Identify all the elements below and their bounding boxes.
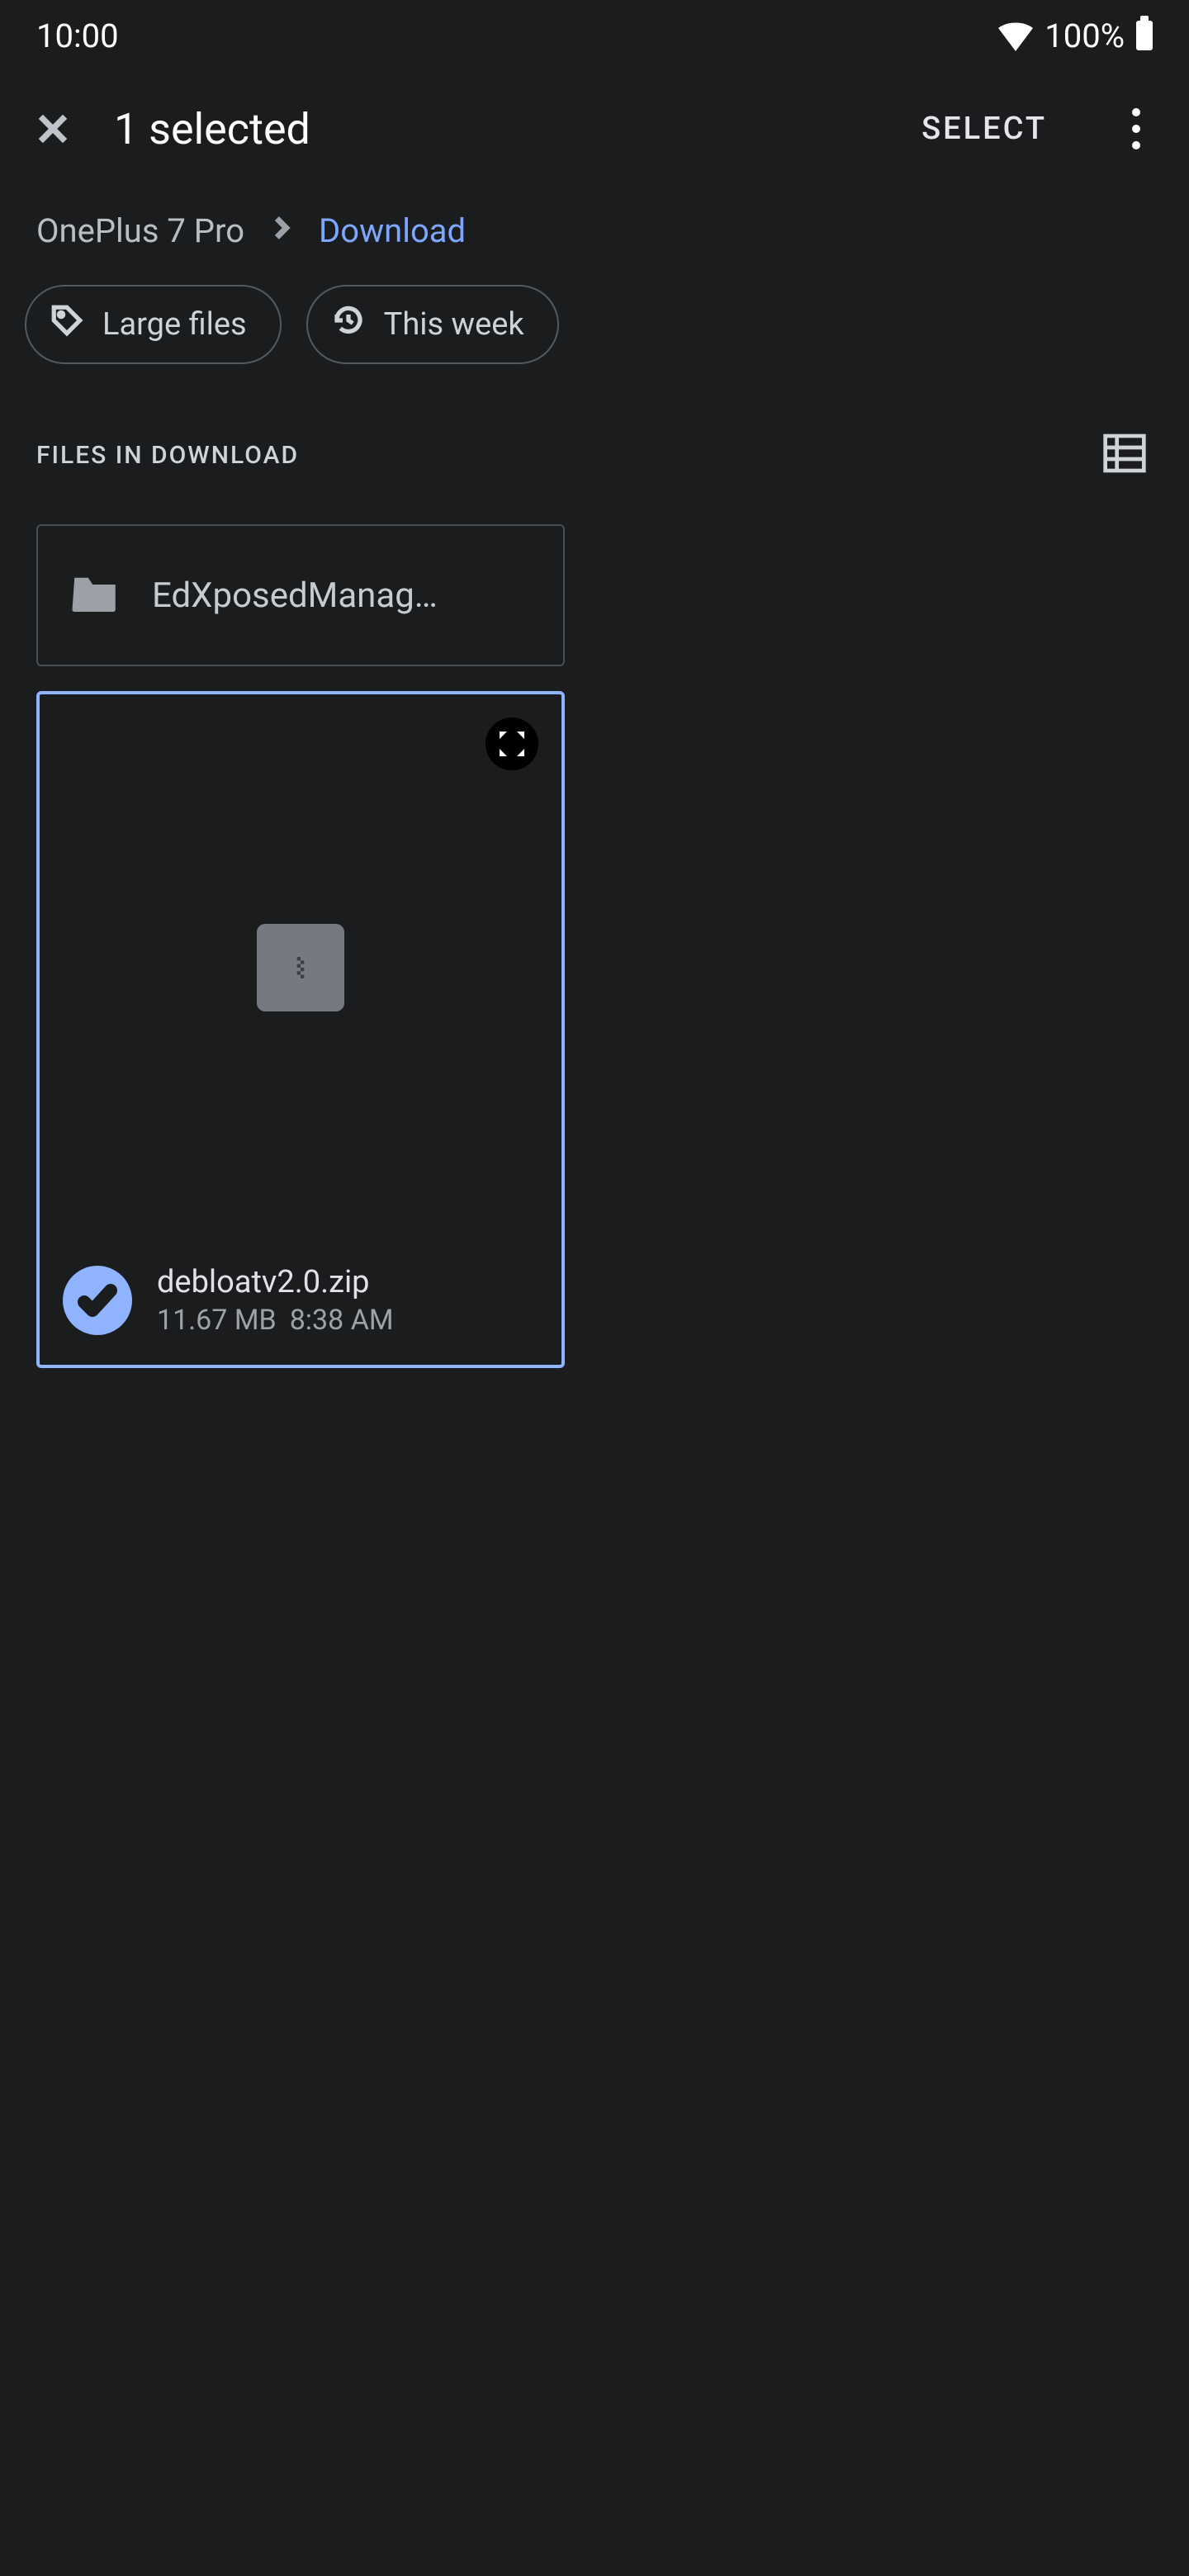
breadcrumb-root[interactable]: OnePlus 7 Pro [36,211,244,250]
folder-icon [68,566,122,624]
file-meta-row: debloatv2.0.zip 11.67 MB 8:38 AM [40,1241,561,1365]
file-modified-time: 8:38 AM [290,1304,394,1337]
filter-chip-large-files[interactable]: Large files [25,285,282,364]
file-size: 11.67 MB [157,1304,277,1337]
more-options-button[interactable] [1113,108,1159,149]
list-view-toggle[interactable] [1101,430,1148,480]
selection-count-title: 1 selected [114,104,883,154]
status-bar: 10:00 100% [0,0,1189,71]
tag-icon [50,303,84,346]
battery-icon [1136,21,1153,50]
selection-app-bar: 1 selected SELECT [0,71,1189,187]
filter-chip-label: This week [384,306,524,343]
select-all-button[interactable]: SELECT [921,111,1047,147]
chevron-right-icon [268,211,296,250]
section-header: FILES IN DOWNLOAD [0,372,1189,495]
zip-file-icon [257,924,344,1011]
filter-chip-this-week[interactable]: This week [306,285,559,364]
wifi-icon [998,21,1033,50]
battery-percent: 100% [1045,17,1125,55]
clock: 10:00 [36,17,119,55]
selected-check-icon[interactable] [63,1266,132,1335]
folder-name: EdXposedManag… [152,575,533,616]
breadcrumb-current: Download [319,211,466,250]
history-icon [331,303,366,346]
filter-chip-label: Large files [102,306,247,343]
close-selection-button[interactable] [30,106,76,152]
filter-chip-row: Large files This week [0,260,1189,372]
folder-item[interactable]: EdXposedManag… [36,524,565,666]
breadcrumb: OnePlus 7 Pro Download [0,187,1189,260]
expand-icon[interactable] [486,717,538,770]
file-card-selected[interactable]: debloatv2.0.zip 11.67 MB 8:38 AM [36,691,565,1368]
file-name: debloatv2.0.zip [157,1264,394,1300]
section-title: FILES IN DOWNLOAD [36,441,299,470]
file-preview [40,694,561,1241]
